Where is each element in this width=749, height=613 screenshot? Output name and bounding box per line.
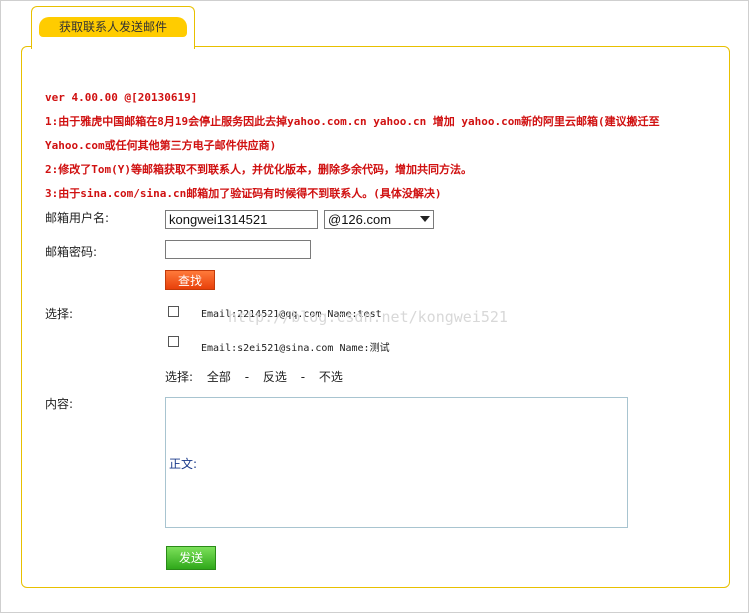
content-label: 内容: bbox=[45, 397, 74, 411]
contact-checkbox[interactable] bbox=[168, 306, 179, 317]
domain-select[interactable]: @126.com bbox=[324, 210, 434, 229]
password-label: 邮箱密码: bbox=[45, 245, 98, 259]
select-none-link[interactable]: 不选 bbox=[319, 370, 343, 384]
password-input[interactable] bbox=[165, 240, 311, 259]
search-button[interactable]: 查找 bbox=[165, 270, 215, 290]
content-editor[interactable]: 正文: bbox=[165, 397, 628, 528]
contact-item: Email:s2ei521@sina.com Name:测试 bbox=[201, 343, 390, 354]
tab-label: 获取联系人发送邮件 bbox=[39, 17, 187, 37]
select-invert-link[interactable]: 反选 bbox=[263, 370, 287, 384]
username-input[interactable] bbox=[165, 210, 318, 229]
note-item: 1:由于雅虎中国邮箱在8月19会停止服务因此去掉yahoo.com.cn yah… bbox=[45, 115, 660, 152]
note-item: 2:修改了Tom(Y)等邮箱获取不到联系人，并优化版本，删除多余代码，增加共同方… bbox=[45, 163, 472, 176]
release-notes: ver 4.00.00 @[20130619] 1:由于雅虎中国邮箱在8月19会… bbox=[45, 86, 705, 206]
separator: - bbox=[244, 370, 250, 384]
note-item: 3:由于sina.com/sina.cn邮箱加了验证码有时候得不到联系人。(具体… bbox=[45, 187, 442, 200]
version-line: ver 4.00.00 @[20130619] bbox=[45, 91, 198, 104]
send-button[interactable]: 发送 bbox=[166, 546, 216, 570]
username-label: 邮箱用户名: bbox=[45, 211, 110, 225]
body-text: 正文: bbox=[169, 457, 198, 471]
contact-checkbox[interactable] bbox=[168, 336, 179, 347]
selection-prefix: 选择: bbox=[165, 370, 194, 384]
select-all-link[interactable]: 全部 bbox=[207, 370, 231, 384]
select-label: 选择: bbox=[45, 307, 74, 321]
selection-actions: 选择: 全部 - 反选 - 不选 bbox=[165, 368, 353, 385]
separator: - bbox=[300, 370, 306, 384]
contact-item: Email:2214521@qq.com Name:test bbox=[201, 309, 382, 320]
chevron-down-icon bbox=[420, 216, 430, 222]
tab-get-contacts[interactable]: 获取联系人发送邮件 bbox=[31, 6, 195, 49]
domain-selected: @126.com bbox=[328, 212, 392, 227]
